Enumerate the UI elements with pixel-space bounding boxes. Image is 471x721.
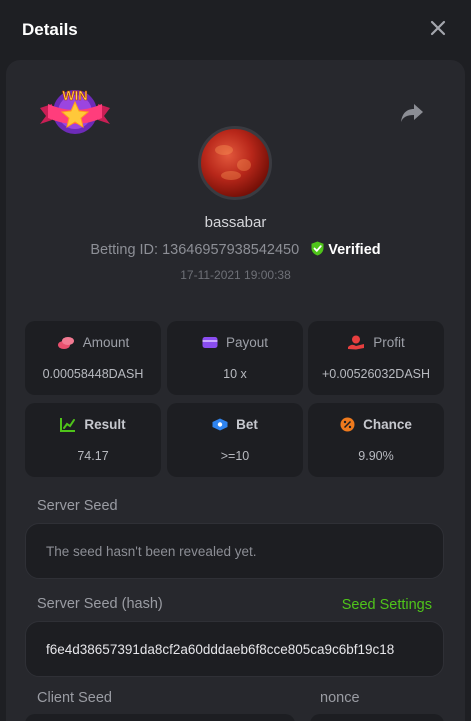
details-modal: Details WIN bassabar Betting ID: 1364695… — [0, 0, 471, 721]
stat-value: 74.17 — [77, 449, 109, 463]
percent-icon — [340, 417, 355, 432]
server-seed-label: Server Seed — [37, 498, 118, 514]
win-badge-icon: WIN — [40, 88, 110, 134]
server-seed-hash-field[interactable]: f6e4d38657391da8cf2a60dddaeb6f8cce805ca9… — [25, 621, 444, 677]
stat-profit: Profit +0.00526032DASH — [308, 321, 444, 395]
chart-icon — [60, 418, 76, 432]
stat-value: +0.00526032DASH — [321, 367, 431, 381]
server-seed-field[interactable]: The seed hasn't been revealed yet. — [25, 523, 444, 579]
win-badge-text: WIN — [62, 88, 87, 103]
stat-chance: Chance 9.90% — [308, 403, 444, 477]
stat-label: Payout — [225, 335, 269, 350]
coins-icon — [57, 336, 74, 349]
close-icon[interactable] — [429, 19, 447, 37]
stat-bet: Bet >=10 — [167, 403, 303, 477]
username: bassabar — [204, 214, 267, 231]
stat-result: Result 74.17 — [25, 403, 161, 477]
stat-payout: Payout 10 x — [167, 321, 303, 395]
stat-label: Bet — [236, 417, 258, 432]
client-seed-label: Client Seed — [37, 690, 112, 706]
wallet-icon — [202, 337, 218, 348]
ticket-icon — [212, 418, 228, 431]
stat-value: >=10 — [220, 449, 250, 463]
seed-settings-link[interactable]: Seed Settings — [342, 597, 432, 613]
stat-value: 9.90% — [358, 449, 394, 463]
verified-label: Verified — [328, 242, 381, 258]
client-seed-field[interactable] — [25, 714, 295, 721]
stat-label: Amount — [82, 335, 130, 350]
bet-datetime: 17-11-2021 19:00:38 — [180, 268, 291, 282]
stat-label: Result — [84, 417, 126, 432]
stat-label: Profit — [373, 335, 405, 350]
betting-id-suffix: 0 — [291, 242, 300, 258]
avatar — [198, 126, 272, 200]
hand-coin-icon — [348, 335, 365, 350]
nonce-label: nonce — [320, 690, 360, 706]
modal-header: Details — [0, 0, 471, 60]
stat-value: 0.00058448DASH — [42, 367, 144, 381]
share-icon[interactable] — [399, 102, 425, 124]
verified-shield-icon — [311, 241, 324, 256]
stat-value: 10 x — [223, 367, 247, 381]
server-seed-hash-label: Server Seed (hash) — [37, 596, 163, 612]
modal-title: Details — [22, 20, 78, 39]
betting-id: Betting ID: 1364695793854245 — [90, 242, 292, 258]
stat-label: Chance — [363, 417, 412, 432]
stat-amount: Amount 0.00058448DASH — [25, 321, 161, 395]
betting-id-row: Betting ID: 13646957938542450 Verified — [0, 241, 471, 258]
nonce-field[interactable] — [310, 714, 444, 721]
